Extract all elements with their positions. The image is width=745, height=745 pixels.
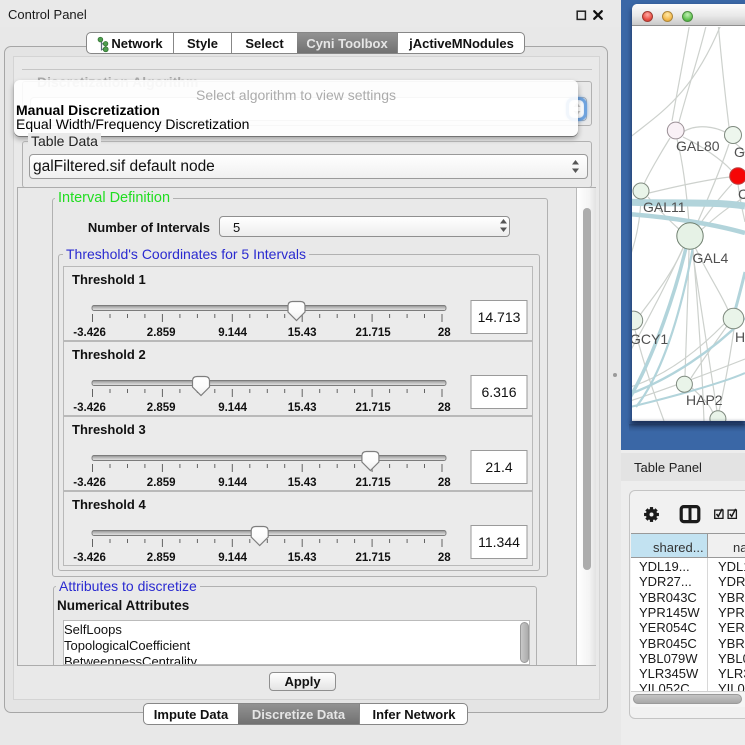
svg-text:21.715: 21.715 bbox=[356, 402, 392, 414]
svg-text:GAL11: GAL11 bbox=[643, 199, 686, 215]
svg-text:-3.426: -3.426 bbox=[73, 327, 106, 339]
svg-text:GAL4: GAL4 bbox=[693, 250, 729, 266]
svg-text:21.715: 21.715 bbox=[356, 552, 392, 564]
svg-text:Threshold 4: Threshold 4 bbox=[72, 497, 146, 512]
svg-text:6.316: 6.316 bbox=[481, 384, 516, 400]
svg-text:Threshold 3: Threshold 3 bbox=[72, 422, 146, 437]
svg-text:15.43: 15.43 bbox=[288, 552, 317, 564]
svg-text:H: H bbox=[735, 329, 745, 345]
svg-text:2.859: 2.859 bbox=[147, 327, 176, 339]
svg-text:9.144: 9.144 bbox=[218, 327, 247, 339]
svg-text:-3.426: -3.426 bbox=[73, 477, 106, 489]
svg-text:2.859: 2.859 bbox=[147, 477, 176, 489]
svg-text:GA: GA bbox=[734, 144, 745, 160]
svg-text:28: 28 bbox=[438, 552, 451, 564]
svg-text:HAP2: HAP2 bbox=[686, 392, 723, 408]
svg-text:21.4: 21.4 bbox=[485, 459, 512, 475]
svg-text:9.144: 9.144 bbox=[218, 402, 247, 414]
svg-text:14.713: 14.713 bbox=[478, 309, 521, 325]
svg-text:21.715: 21.715 bbox=[356, 327, 392, 339]
svg-text:21.715: 21.715 bbox=[356, 477, 392, 489]
svg-text:28: 28 bbox=[438, 327, 451, 339]
svg-text:15.43: 15.43 bbox=[288, 327, 317, 339]
svg-text:-3.426: -3.426 bbox=[73, 402, 106, 414]
svg-text:9.144: 9.144 bbox=[218, 552, 247, 564]
svg-text:2.859: 2.859 bbox=[147, 552, 176, 564]
svg-text:9.144: 9.144 bbox=[218, 477, 247, 489]
svg-text:28: 28 bbox=[438, 477, 451, 489]
svg-text:-3.426: -3.426 bbox=[73, 552, 106, 564]
svg-text:GCY1: GCY1 bbox=[632, 331, 668, 347]
svg-text:15.43: 15.43 bbox=[288, 477, 317, 489]
svg-text:28: 28 bbox=[438, 402, 451, 414]
svg-text:11.344: 11.344 bbox=[478, 534, 520, 550]
svg-text:15.43: 15.43 bbox=[288, 402, 317, 414]
svg-text:2.859: 2.859 bbox=[147, 402, 176, 414]
svg-text:GAL80: GAL80 bbox=[676, 138, 720, 154]
svg-text:C: C bbox=[738, 186, 745, 202]
svg-text:Threshold 2: Threshold 2 bbox=[72, 347, 146, 362]
svg-text:Threshold 1: Threshold 1 bbox=[72, 272, 146, 287]
